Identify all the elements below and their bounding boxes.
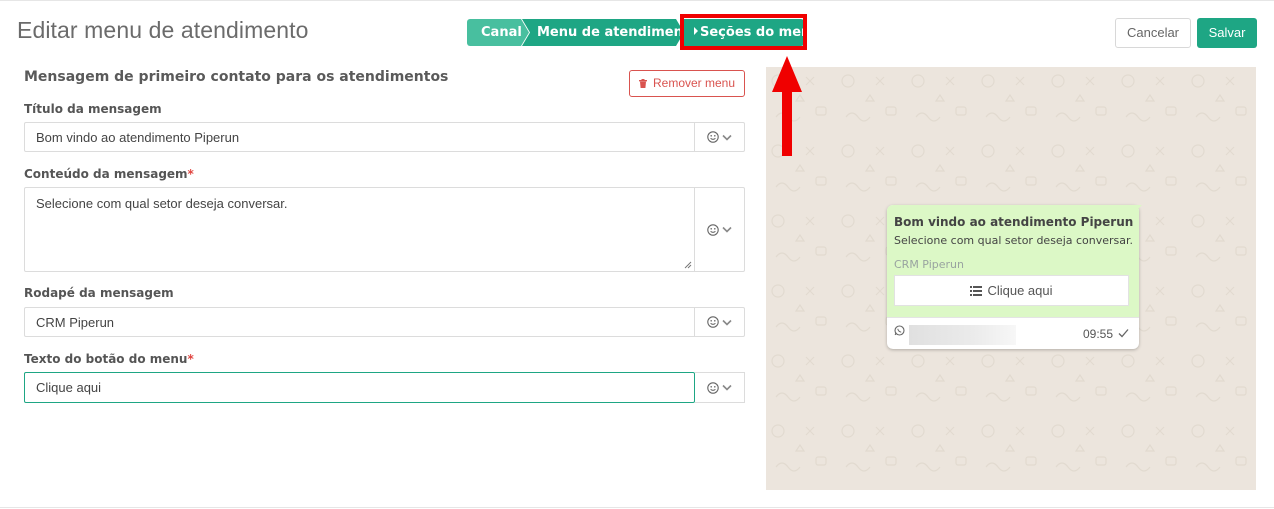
redacted-contact xyxy=(909,325,1016,345)
page-title: Editar menu de atendimento xyxy=(17,17,309,43)
button-text-field-value: Clique aqui xyxy=(36,380,102,395)
title-label: Título da mensagem xyxy=(24,102,162,116)
button-text-field[interactable]: Clique aqui xyxy=(24,372,695,403)
bubble-divider xyxy=(887,317,1139,318)
check-icon xyxy=(1118,329,1129,338)
annotation-arrow-icon xyxy=(772,56,802,156)
required-mark: * xyxy=(187,167,194,181)
chevron-down-icon xyxy=(722,134,732,141)
title-field-value: Bom vindo ao atendimento Piperun xyxy=(36,130,240,145)
smiley-icon xyxy=(707,131,719,143)
annotation-highlight-box xyxy=(680,14,807,50)
resize-handle-icon[interactable] xyxy=(684,261,692,269)
whatsapp-icon xyxy=(894,325,905,336)
content-label: Conteúdo da mensagem* xyxy=(24,167,194,181)
step-menu-atendimento[interactable]: Menu de atendimento xyxy=(522,19,684,46)
footer-label: Rodapé da mensagem xyxy=(24,286,174,300)
required-mark: * xyxy=(187,352,194,366)
bottom-divider xyxy=(0,507,1274,508)
preview-time: 09:55 xyxy=(1083,327,1114,341)
message-bubble-preview: Bom vindo ao atendimento Piperun Selecio… xyxy=(887,205,1142,349)
remove-menu-label: Remover menu xyxy=(652,76,736,90)
section-title: Mensagem de primeiro contato para os ate… xyxy=(24,69,449,85)
remove-menu-button[interactable]: Remover menu xyxy=(629,70,745,97)
preview-title: Bom vindo ao atendimento Piperun xyxy=(894,215,1134,229)
preview-content: Selecione com qual setor deseja conversa… xyxy=(894,234,1134,247)
message-bubble-tail xyxy=(1133,205,1142,214)
step-canal[interactable]: Canal xyxy=(467,19,529,46)
chevron-down-icon xyxy=(722,226,732,233)
list-icon xyxy=(970,285,983,296)
chevron-down-icon xyxy=(722,319,732,326)
footer-emoji-picker[interactable] xyxy=(694,308,744,336)
button-text-emoji-picker[interactable] xyxy=(695,372,745,403)
smiley-icon xyxy=(707,381,719,394)
button-text-label-text: Texto do botão do menu xyxy=(24,352,188,366)
preview-menu-button-label: Clique aqui xyxy=(987,283,1053,298)
content-emoji-picker[interactable] xyxy=(694,188,744,271)
page: Editar menu de atendimento Canal Menu de… xyxy=(0,0,1274,509)
smiley-icon xyxy=(707,223,719,236)
footer-field-value: CRM Piperun xyxy=(36,315,115,330)
footer-field[interactable]: CRM Piperun xyxy=(24,307,745,337)
top-divider xyxy=(0,0,1274,1)
trash-icon xyxy=(638,79,647,88)
preview-footer: CRM Piperun xyxy=(894,258,964,271)
title-field[interactable]: Bom vindo ao atendimento Piperun xyxy=(24,122,745,152)
save-button[interactable]: Salvar xyxy=(1197,18,1257,48)
cancel-button[interactable]: Cancelar xyxy=(1115,18,1191,48)
content-label-text: Conteúdo da mensagem xyxy=(24,167,188,181)
smiley-icon xyxy=(707,316,719,328)
content-textarea[interactable]: Selecione com qual setor deseja conversa… xyxy=(24,187,745,272)
title-emoji-picker[interactable] xyxy=(694,123,744,151)
chevron-down-icon xyxy=(722,384,732,391)
button-text-label: Texto do botão do menu* xyxy=(24,352,194,366)
preview-menu-button: Clique aqui xyxy=(894,275,1129,306)
content-textarea-value: Selecione com qual setor deseja conversa… xyxy=(36,196,288,211)
